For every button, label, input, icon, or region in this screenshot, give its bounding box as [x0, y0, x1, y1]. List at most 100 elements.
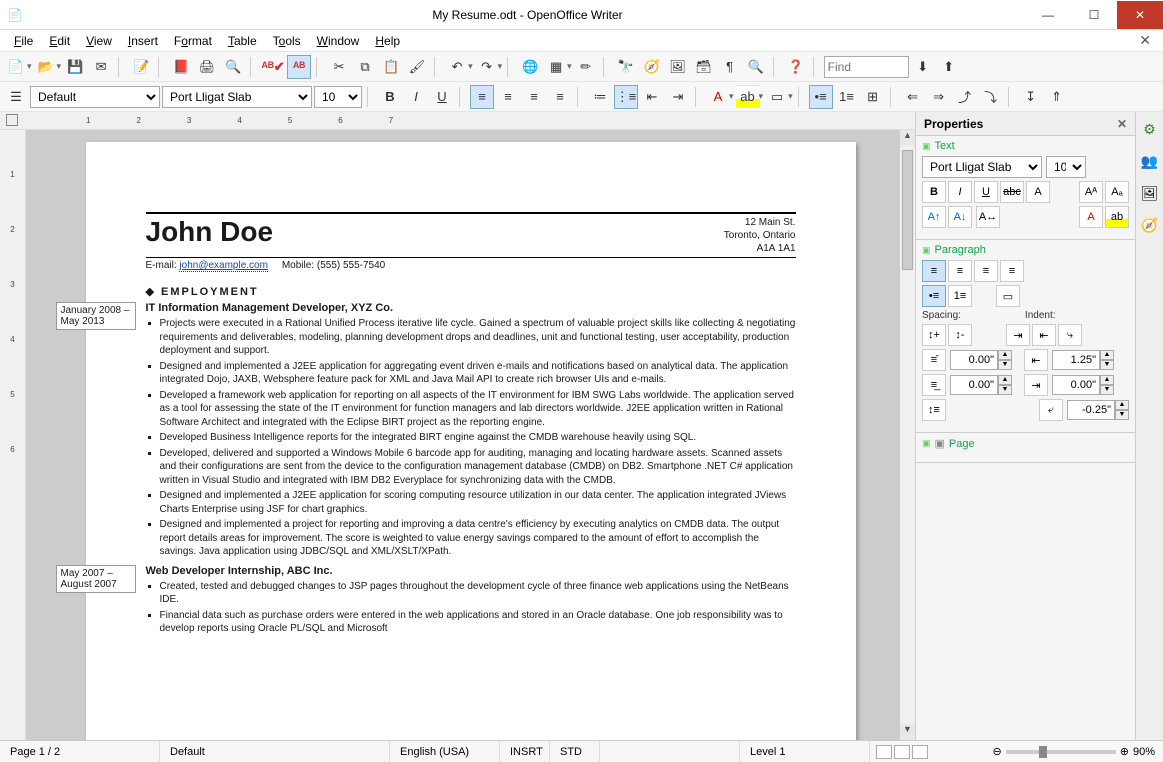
scroll-down-icon[interactable]: ▼ [900, 724, 915, 740]
menu-table[interactable]: Table [220, 32, 265, 50]
paste-button[interactable]: 📋 [379, 55, 403, 79]
indent-right-input[interactable] [1052, 375, 1100, 395]
font-name-combo[interactable]: Port Lligat Slab [162, 86, 312, 108]
resume-address[interactable]: 12 Main St. Toronto, Ontario A1A 1A1 [724, 216, 796, 255]
vertical-scrollbar[interactable]: ▲ ▼ [899, 130, 915, 740]
panel-page[interactable]: ▣ Page [916, 433, 1135, 463]
promote-button[interactable]: ⇐ [901, 85, 925, 109]
resume-name[interactable]: John Doe [146, 216, 274, 255]
sidebar-strike-button[interactable]: abc [1000, 181, 1024, 203]
highlight-button[interactable]: ab [736, 85, 760, 109]
job2-title[interactable]: Web Developer Internship, ABC Inc. [146, 565, 796, 577]
sidebar-bullets-button[interactable]: •≡ [922, 285, 946, 307]
find-input[interactable] [824, 56, 909, 78]
insert-unnumbered-button[interactable]: ↧ [1019, 85, 1043, 109]
numbering-button[interactable]: ≔ [588, 85, 612, 109]
spacing-below-input[interactable] [950, 375, 998, 395]
menu-format[interactable]: Format [166, 32, 220, 50]
vertical-ruler[interactable]: 123456 [0, 130, 26, 740]
sidebar-align-center[interactable]: ≡ [948, 260, 972, 282]
sidebar-font-combo[interactable]: Port Lligat Slab [922, 156, 1042, 178]
job2-bullets[interactable]: Created, tested and debugged changes to … [160, 580, 796, 636]
sidebar-bold-button[interactable]: B [922, 181, 946, 203]
navigator-button[interactable]: 🧭 [640, 55, 664, 79]
document-close-icon[interactable]: ✕ [1133, 32, 1157, 49]
indent-first-input[interactable] [1067, 400, 1115, 420]
menu-insert[interactable]: Insert [120, 32, 166, 50]
zoom-value[interactable]: 90% [1133, 746, 1155, 758]
bullets-button[interactable]: ⋮≡ [614, 85, 638, 109]
new-button[interactable]: 📄 [4, 55, 28, 79]
menu-edit[interactable]: Edit [41, 32, 78, 50]
list-style1-button[interactable]: •≡ [809, 85, 833, 109]
paragraph-style-combo[interactable]: Default [30, 86, 160, 108]
menu-tools[interactable]: Tools [265, 32, 309, 50]
spacing-above-input[interactable] [950, 350, 998, 370]
zoom-in-icon[interactable]: ⊕ [1120, 745, 1129, 758]
page[interactable]: John Doe 12 Main St. Toronto, Ontario A1… [86, 142, 856, 740]
edit-file-button[interactable]: 📝 [129, 55, 153, 79]
sidebar-size-combo[interactable]: 10 [1046, 156, 1086, 178]
move-up-button[interactable]: ⤴ [953, 85, 977, 109]
sidebar-close-icon[interactable]: ✕ [1117, 117, 1127, 131]
sidebar-bgcolor-button[interactable]: ▭ [996, 285, 1020, 307]
maximize-button[interactable]: ☐ [1071, 1, 1117, 29]
document-canvas[interactable]: John Doe 12 Main St. Toronto, Ontario A1… [26, 130, 915, 740]
sidebar-highlight-button[interactable]: ab [1105, 206, 1129, 228]
sidebar-shadow-button[interactable]: A [1026, 181, 1050, 203]
restart-numbering-button[interactable]: ⇑ [1045, 85, 1069, 109]
menu-view[interactable]: View [78, 32, 120, 50]
cut-button[interactable]: ✂ [327, 55, 351, 79]
align-center-button[interactable]: ≡ [496, 85, 520, 109]
sidebar-dec-indent[interactable]: ⇤ [1032, 324, 1056, 346]
sidebar-numbering-button[interactable]: 1≡ [948, 285, 972, 307]
section-employment[interactable]: EMPLOYMENT [146, 285, 796, 298]
nonprinting-button[interactable]: ¶ [718, 55, 742, 79]
status-page[interactable]: Page 1 / 2 [0, 741, 160, 762]
format-paintbrush-button[interactable]: 🖌 [405, 55, 429, 79]
sidetab-navigator-icon[interactable]: 🧭 [1139, 214, 1161, 236]
line-spacing-button[interactable]: ↕≡ [922, 399, 946, 421]
sidebar-superscript-button[interactable]: Aᴬ [1079, 181, 1103, 203]
decrease-indent-button[interactable]: ⇤ [640, 85, 664, 109]
datasources-button[interactable]: 🗃 [692, 55, 716, 79]
sidebar-subscript-button[interactable]: Aₐ [1105, 181, 1129, 203]
status-style[interactable]: Default [160, 741, 390, 762]
find-replace-button[interactable]: 🔭 [614, 55, 638, 79]
demote-button[interactable]: ⇒ [927, 85, 951, 109]
save-button[interactable]: 💾 [63, 55, 87, 79]
table-button[interactable]: ▦ [544, 55, 568, 79]
underline-button[interactable]: U [430, 85, 454, 109]
scroll-thumb[interactable] [902, 150, 913, 270]
find-prev-button[interactable]: ⬆ [937, 55, 961, 79]
close-button[interactable]: ✕ [1117, 1, 1163, 29]
zoom-out-icon[interactable]: ⊖ [993, 745, 1002, 758]
status-level[interactable]: Level 1 [740, 741, 870, 762]
sidebar-grow-font-button[interactable]: A↑ [922, 206, 946, 228]
horizontal-ruler[interactable]: 1234567 [0, 112, 915, 130]
zoom-button[interactable]: 🔍 [744, 55, 768, 79]
menu-window[interactable]: Window [309, 32, 368, 50]
print-preview-button[interactable]: 🔍 [221, 55, 245, 79]
open-button[interactable]: 📂 [34, 55, 58, 79]
job1-bullets[interactable]: Projects were executed in a Rational Uni… [160, 317, 796, 559]
email-button[interactable]: ✉ [89, 55, 113, 79]
list-style2-button[interactable]: 1≡ [835, 85, 859, 109]
move-down-button[interactable]: ⤵ [979, 85, 1003, 109]
align-left-button[interactable]: ≡ [470, 85, 494, 109]
sidetab-styles-icon[interactable]: 👥 [1139, 150, 1161, 172]
find-next-button[interactable]: ⬇ [911, 55, 935, 79]
print-button[interactable]: 🖨 [195, 55, 219, 79]
italic-button[interactable]: I [404, 85, 428, 109]
menu-file[interactable]: File [6, 32, 41, 50]
autospell-button[interactable]: ᴬᴮ [287, 55, 311, 79]
sidebar-spacing-button[interactable]: A↔ [976, 206, 1000, 228]
outline-button[interactable]: ⊞ [861, 85, 885, 109]
sidebar-shrink-font-button[interactable]: A↓ [948, 206, 972, 228]
job1-dates[interactable]: January 2008 – May 2013 [56, 302, 136, 330]
status-insert[interactable]: INSRT [500, 741, 550, 762]
status-language[interactable]: English (USA) [390, 741, 500, 762]
scroll-up-icon[interactable]: ▲ [900, 130, 915, 146]
zoom-slider[interactable] [1006, 750, 1116, 754]
contact-line[interactable]: E-mail: john@example.com Mobile: (555) 5… [146, 258, 796, 279]
